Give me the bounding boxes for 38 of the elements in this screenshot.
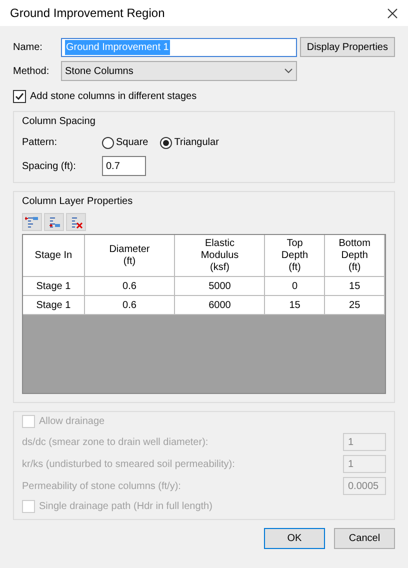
- close-icon[interactable]: [387, 8, 398, 18]
- stages-checkbox-label: Add stone columns in different stages: [30, 90, 197, 104]
- field-label: kr/ks (undisturbed to smeared soil permeability):: [22, 458, 235, 472]
- field-label: ds/dc (smear zone to drain well diameter):: [22, 436, 208, 450]
- group-title: Column Layer Properties: [22, 195, 134, 209]
- cancel-button[interactable]: Cancel: [334, 528, 395, 549]
- table-cell: 6000: [175, 296, 266, 315]
- chevron-down-icon: [284, 68, 293, 74]
- radio-label: Triangular: [174, 136, 219, 150]
- radio-button[interactable]: [160, 136, 172, 148]
- spacing-field[interactable]: 0.7: [102, 156, 146, 176]
- ok-button[interactable]: OK: [264, 528, 325, 549]
- pattern-label: Pattern:: [22, 136, 58, 150]
- insert-row-button[interactable]: [22, 213, 42, 231]
- name-value: Ground Improvement 1: [65, 40, 170, 54]
- spacing-label: Spacing (ft):: [22, 160, 77, 174]
- radio-label: Square: [116, 136, 148, 150]
- insert-row-icon: [25, 215, 39, 229]
- window-title: Ground Improvement Region: [10, 5, 165, 22]
- radio-button[interactable]: [102, 136, 114, 148]
- field-label: Permeability of stone columns (ft/y):: [22, 480, 181, 494]
- append-row-button[interactable]: [44, 213, 64, 231]
- checkmark-icon: [15, 92, 24, 101]
- delete-row-button[interactable]: [66, 213, 86, 231]
- checkbox[interactable]: [13, 90, 26, 103]
- single-path-label: Single drainage path (Hdr in full length): [39, 500, 212, 514]
- group-title: Column Spacing: [22, 115, 96, 129]
- append-row-icon: [47, 215, 61, 229]
- table-cell: 15: [265, 296, 326, 315]
- method-label: Method:: [13, 64, 50, 78]
- table-cell: Stage 1: [23, 296, 85, 315]
- allow-drainage-label: Allow drainage: [39, 415, 105, 429]
- table-cell: 25: [325, 296, 386, 315]
- delete-row-icon: [69, 215, 83, 229]
- name-label: Name:: [13, 40, 44, 54]
- display-properties-button[interactable]: Display Properties: [300, 37, 395, 57]
- method-dropdown[interactable]: Stone Columns: [61, 61, 297, 81]
- table-cell: 0.6: [84, 296, 176, 315]
